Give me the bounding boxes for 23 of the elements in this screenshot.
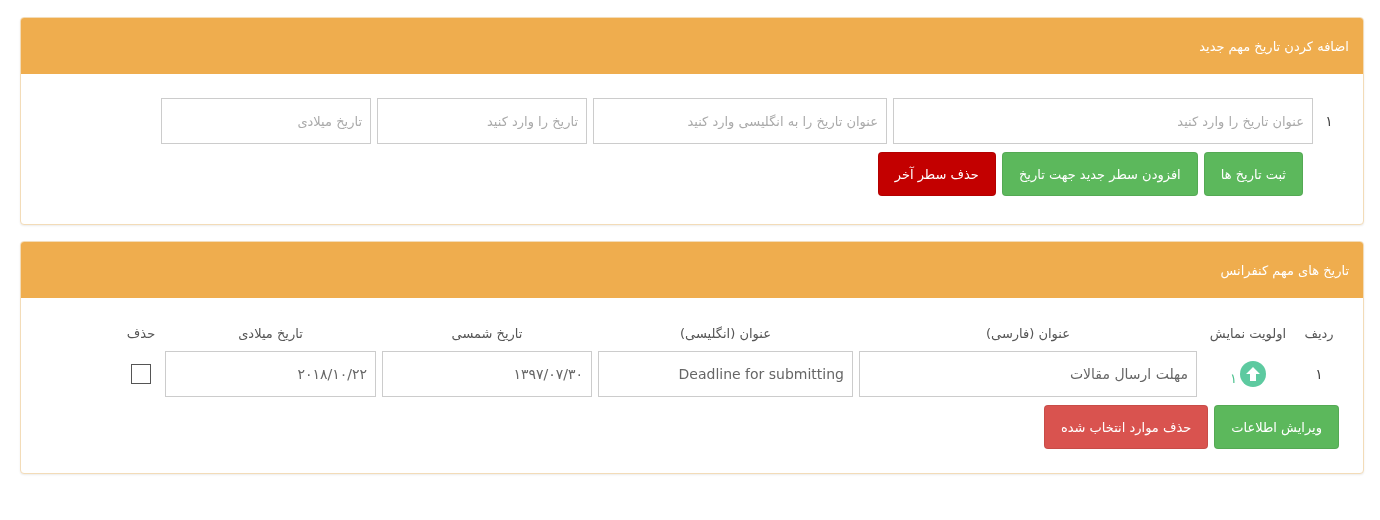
column-header: ردیف	[1303, 326, 1335, 341]
title-en-field[interactable]: Deadline for submitting	[598, 351, 853, 397]
column-header: تاریخ میلادی	[237, 326, 304, 341]
shamsi-date-field[interactable]: ۱۳۹۷/۰۷/۳۰	[382, 351, 592, 397]
panel-title: تاریخ های مهم کنفرانس	[1220, 262, 1349, 278]
column-header: تاریخ شمسی	[450, 326, 524, 341]
input-field[interactable]: عنوان تاریخ را وارد کنید	[893, 98, 1313, 144]
column-header: عنوان (انگلیسی)	[679, 326, 772, 341]
action-button[interactable]: حذف موارد انتخاب شده	[1043, 405, 1209, 449]
column-header: اولویت نمایش	[1208, 326, 1288, 341]
priority-number: ۱	[1230, 370, 1237, 386]
panel-title: اضافه کردن تاریخ مهم جدید	[1199, 38, 1349, 54]
input-field[interactable]: تاریخ میلادی	[161, 98, 371, 144]
title-fa-field[interactable]: مهلت ارسال مقالات	[859, 351, 1197, 397]
input-field[interactable]: عنوان تاریخ را به انگلیسی وارد کنید	[593, 98, 887, 144]
action-button[interactable]: حذف سطر آخر	[877, 152, 996, 196]
row-number: ۱	[1324, 113, 1334, 129]
column-header: حذف	[125, 326, 157, 341]
delete-checkbox[interactable]	[131, 364, 151, 384]
row-number: ۱	[1314, 366, 1324, 382]
input-field[interactable]: تاریخ را وارد کنید	[377, 98, 587, 144]
miladi-date-field[interactable]: ۲۰۱۸/۱۰/۲۲	[165, 351, 376, 397]
column-header: عنوان (فارسی)	[985, 326, 1071, 341]
